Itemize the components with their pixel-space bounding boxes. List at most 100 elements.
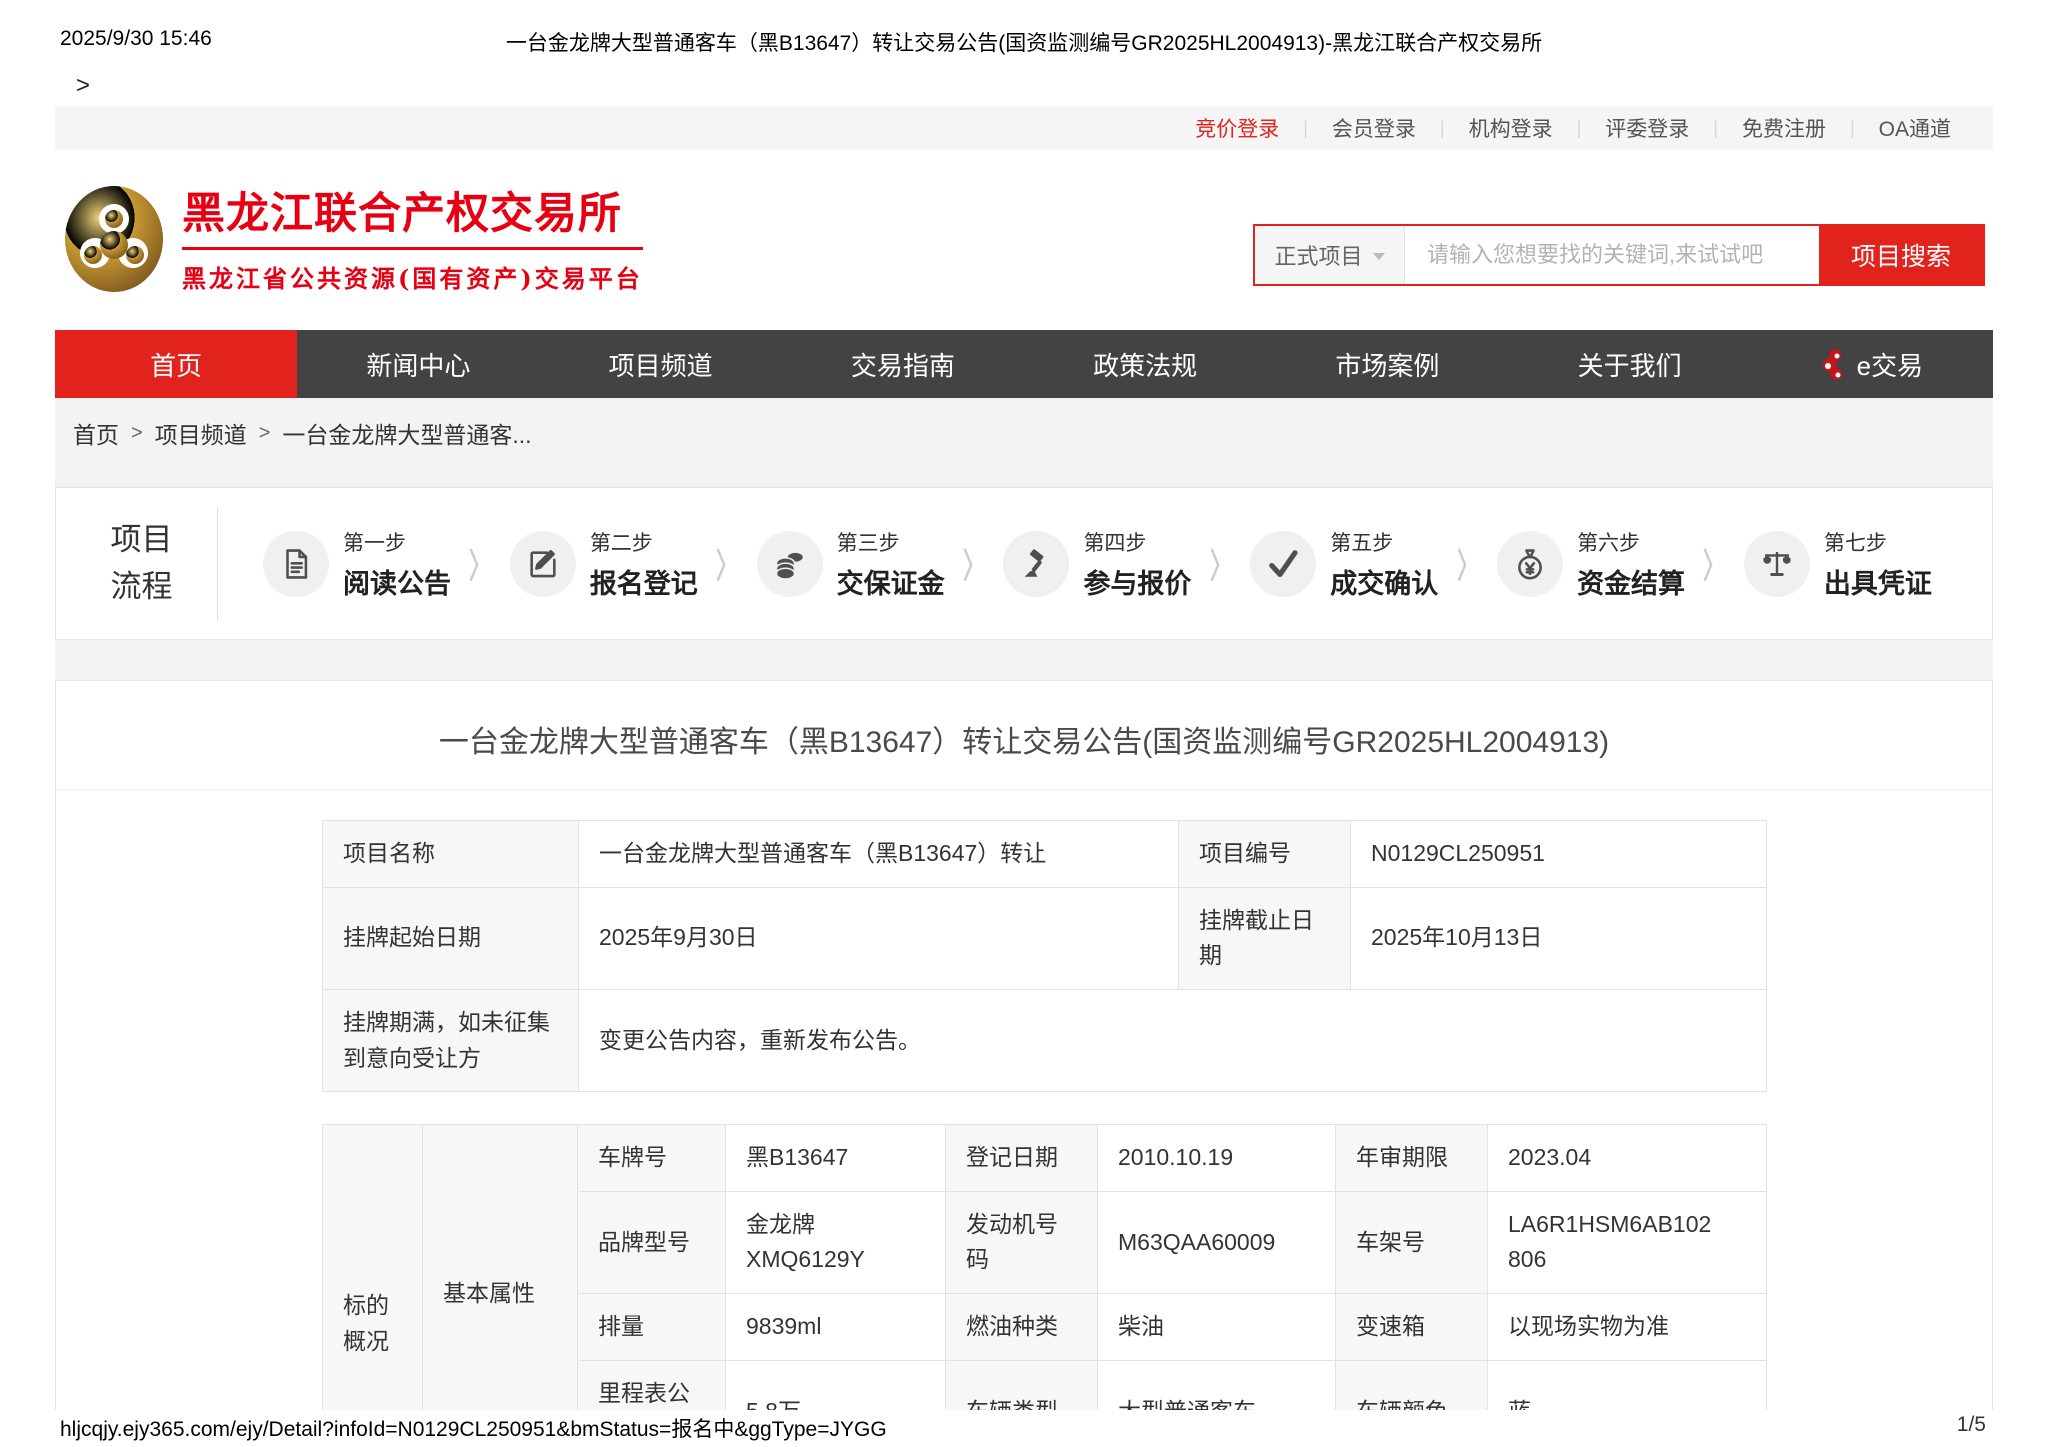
value-displacement: 9839ml <box>726 1294 946 1361</box>
topbar-link-member-login[interactable]: 会员登录 <box>1308 113 1440 143</box>
step-arrow-icon: 〉 <box>716 539 738 588</box>
topbar-link-oa-channel[interactable]: OA通道 <box>1855 113 1975 143</box>
topbar-link-judge-login[interactable]: 评委登录 <box>1581 113 1713 143</box>
label-engine-number: 发动机号码 <box>946 1191 1098 1293</box>
value-fuel-type: 柴油 <box>1098 1294 1336 1361</box>
process-step-7: 第七步 出具凭证 <box>1744 527 1932 601</box>
process-step-1: 第一步 阅读公告 <box>263 527 451 601</box>
topbar-link-bid-login[interactable]: 竞价登录 <box>1171 113 1303 143</box>
value-brand-model: 金龙牌XMQ6129Y <box>726 1191 946 1293</box>
print-page-title: 一台金龙牌大型普通客车（黑B13647）转让交易公告(国资监测编号GR2025H… <box>0 27 2048 57</box>
process-step-5: 第五步 成交确认 <box>1250 527 1438 601</box>
nav-item-etrade[interactable]: e交易 <box>1751 330 1993 398</box>
label-project-name: 项目名称 <box>323 821 579 888</box>
step-text: 第二步 报名登记 <box>590 527 698 601</box>
topbar: 竞价登录 | 会员登录 | 机构登录 | 评委登录 | 免费注册 | OA通道 <box>55 106 1993 150</box>
value-vin: LA6R1HSM6AB102806 <box>1488 1191 1767 1293</box>
process-flow-title: 项目 流程 <box>66 508 218 620</box>
check-icon <box>1250 531 1316 597</box>
gavel-icon <box>1003 531 1069 597</box>
announcement-title: 一台金龙牌大型普通客车（黑B13647）转让交易公告(国资监测编号GR2025H… <box>56 681 1992 790</box>
step-name: 交保证金 <box>837 562 945 601</box>
nav-item-news[interactable]: 新闻中心 <box>297 330 539 398</box>
label-vehicle-color: 车辆颜色 <box>1336 1360 1488 1410</box>
value-gearbox: 以现场实物为准 <box>1488 1294 1767 1361</box>
site-logo[interactable]: 黑龙江联合产权交易所 黑龙江省公共资源(国有资产)交易平台 <box>62 183 643 295</box>
announcement-panel: 一台金龙牌大型普通客车（黑B13647）转让交易公告(国资监测编号GR2025H… <box>55 680 1993 1410</box>
step-arrow-icon: 〉 <box>963 539 985 588</box>
nav-item-about[interactable]: 关于我们 <box>1509 330 1751 398</box>
print-chevron: > <box>76 72 90 100</box>
chevron-down-icon <box>1373 253 1385 260</box>
label-odometer: 里程表公里数 <box>578 1360 726 1410</box>
step-text: 第七步 出具凭证 <box>1824 527 1932 601</box>
breadcrumb: 首页 > 项目频道 > 一台金龙牌大型普通客... <box>55 398 1993 468</box>
topbar-link-free-register[interactable]: 免费注册 <box>1718 113 1850 143</box>
subject-detail-table: 标的概况 基本属性 车牌号 黑B13647 登记日期 2010.10.19 年审… <box>322 1124 1767 1410</box>
value-listing-start: 2025年9月30日 <box>579 887 1179 989</box>
nav-item-projects[interactable]: 项目频道 <box>540 330 782 398</box>
step-text: 第四步 参与报价 <box>1083 527 1191 601</box>
process-flow-panel: 项目 流程 第一步 阅读公告 〉 <box>55 487 1993 640</box>
step-text: 第五步 成交确认 <box>1330 527 1438 601</box>
table-row: 挂牌起始日期 2025年9月30日 挂牌截止日期 2025年10月13日 <box>323 887 1767 989</box>
edit-icon <box>510 531 576 597</box>
step-number: 第三步 <box>837 527 945 557</box>
step-text: 第三步 交保证金 <box>837 527 945 601</box>
nav-item-trade-guide[interactable]: 交易指南 <box>782 330 1024 398</box>
step-arrow-icon: 〉 <box>1210 539 1232 588</box>
value-plate-number: 黑B13647 <box>726 1125 946 1192</box>
search-category-dropdown[interactable]: 正式项目 <box>1255 226 1405 284</box>
value-odometer: 5.8万 <box>726 1360 946 1410</box>
nav-item-cases[interactable]: 市场案例 <box>1266 330 1508 398</box>
value-vehicle-type: 大型普通客车 <box>1098 1360 1336 1410</box>
value-project-number: N0129CL250951 <box>1351 821 1767 888</box>
label-inspection-term: 年审期限 <box>1336 1125 1488 1192</box>
document-icon <box>263 531 329 597</box>
nav-item-home[interactable]: 首页 <box>55 330 297 398</box>
step-number: 第六步 <box>1577 527 1685 557</box>
logo-title: 黑龙江联合产权交易所 <box>182 191 643 250</box>
step-name: 阅读公告 <box>343 562 451 601</box>
breadcrumb-separator: > <box>259 422 271 445</box>
label-fuel-type: 燃油种类 <box>946 1294 1098 1361</box>
step-name: 参与报价 <box>1083 562 1191 601</box>
label-registration-date: 登记日期 <box>946 1125 1098 1192</box>
process-title-line1: 项目 <box>66 517 217 564</box>
logo-subtitle: 黑龙江省公共资源(国有资产)交易平台 <box>182 259 643 294</box>
coins-icon <box>757 531 823 597</box>
search-button[interactable]: 项目搜索 <box>1819 226 1983 284</box>
process-steps: 第一步 阅读公告 〉 第二步 报名登记 〉 <box>218 527 1992 601</box>
breadcrumb-projects[interactable]: 项目频道 <box>155 416 247 450</box>
value-vehicle-color: 蓝 <box>1488 1360 1767 1410</box>
breadcrumb-current: 一台金龙牌大型普通客... <box>282 416 531 450</box>
step-name: 报名登记 <box>590 562 698 601</box>
value-listing-end: 2025年10月13日 <box>1351 887 1767 989</box>
step-name: 出具凭证 <box>1824 562 1932 601</box>
nav-item-policies[interactable]: 政策法规 <box>1024 330 1266 398</box>
label-project-number: 项目编号 <box>1179 821 1351 888</box>
value-registration-date: 2010.10.19 <box>1098 1125 1336 1192</box>
value-project-name: 一台金龙牌大型普通客车（黑B13647）转让 <box>579 821 1179 888</box>
logo-emblem-icon <box>62 183 166 295</box>
search-input[interactable] <box>1405 226 1819 284</box>
label-brand-model: 品牌型号 <box>578 1191 726 1293</box>
moneybag-icon <box>1497 531 1563 597</box>
process-step-6: 第六步 资金结算 <box>1497 527 1685 601</box>
logo-text: 黑龙江联合产权交易所 黑龙江省公共资源(国有资产)交易平台 <box>182 183 643 294</box>
label-basic-attributes: 基本属性 <box>423 1125 578 1410</box>
step-name: 成交确认 <box>1330 562 1438 601</box>
step-text: 第一步 阅读公告 <box>343 527 451 601</box>
breadcrumb-home[interactable]: 首页 <box>73 416 119 450</box>
process-step-3: 第三步 交保证金 <box>757 527 945 601</box>
label-gearbox: 变速箱 <box>1336 1294 1488 1361</box>
value-inspection-term: 2023.04 <box>1488 1125 1767 1192</box>
step-number: 第二步 <box>590 527 698 557</box>
label-listing-end: 挂牌截止日期 <box>1179 887 1351 989</box>
e-trade-icon <box>1821 348 1847 380</box>
project-search-box: 正式项目 项目搜索 <box>1253 224 1985 286</box>
project-info-table: 项目名称 一台金龙牌大型普通客车（黑B13647）转让 项目编号 N0129CL… <box>322 820 1767 1092</box>
step-number: 第七步 <box>1824 527 1932 557</box>
topbar-link-org-login[interactable]: 机构登录 <box>1445 113 1577 143</box>
process-step-2: 第二步 报名登记 <box>510 527 698 601</box>
